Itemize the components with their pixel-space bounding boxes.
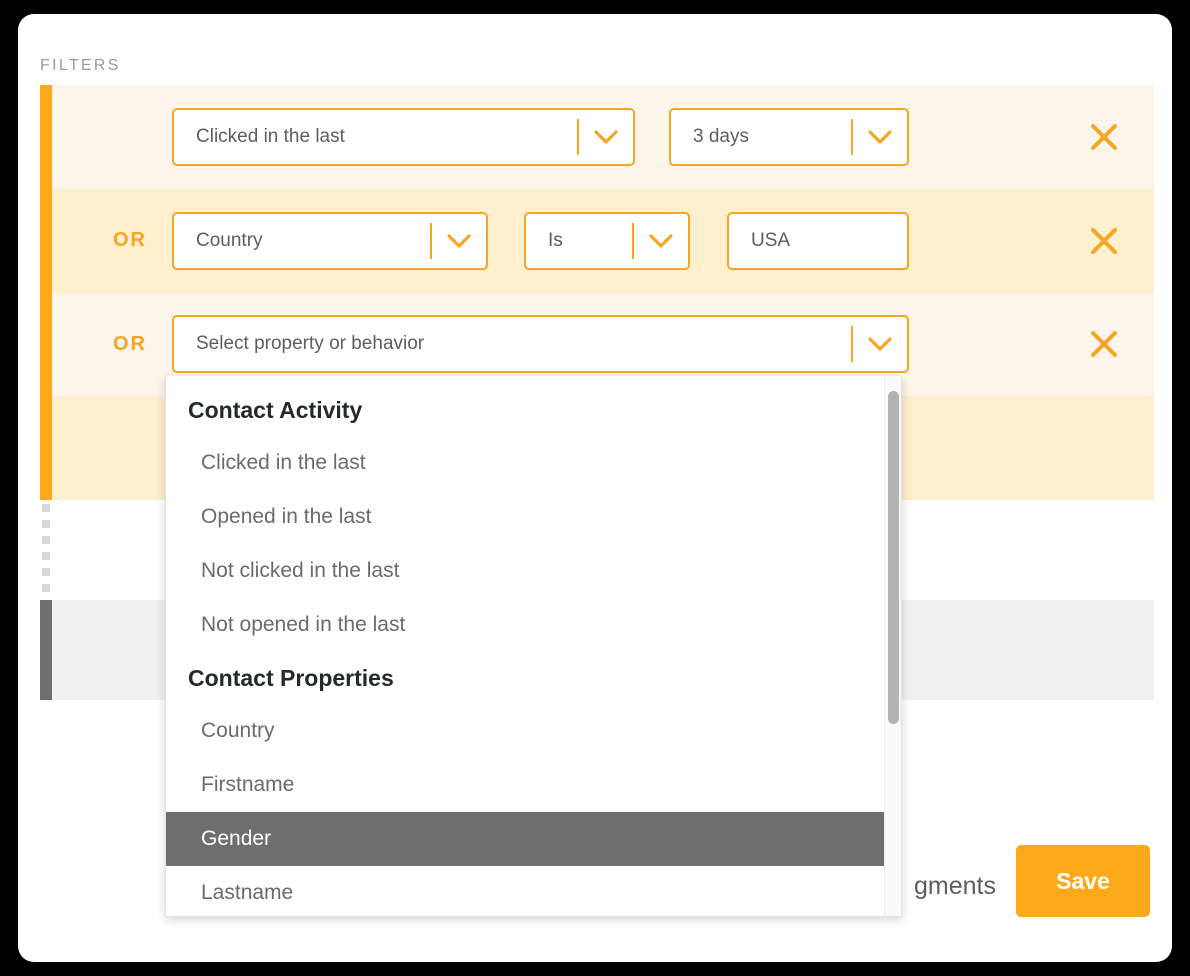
chevron-down-icon[interactable] xyxy=(853,129,907,145)
remove-filter-row-3-button[interactable] xyxy=(1084,324,1124,364)
chevron-down-icon[interactable] xyxy=(634,233,688,249)
screen: FILTERS Clicked in the last 3 days OR Co… xyxy=(0,0,1190,976)
dropdown-item-firstname[interactable]: Firstname xyxy=(166,758,901,812)
page-title: FILTERS xyxy=(40,57,121,74)
operator-select-row-2[interactable]: Is xyxy=(524,211,690,270)
dropdown-item-not-clicked-in-the-last[interactable]: Not clicked in the last xyxy=(166,544,901,598)
dropdown-item-clicked-in-the-last[interactable]: Clicked in the last xyxy=(166,436,901,490)
dropdown-group-title-contact-activity: Contact Activity xyxy=(188,396,363,423)
dropdown-item-opened-in-the-last[interactable]: Opened in the last xyxy=(166,490,901,544)
dot xyxy=(42,568,50,576)
chevron-down-icon[interactable] xyxy=(853,336,907,352)
dropdown-scrollbar-track[interactable] xyxy=(884,376,901,916)
save-button[interactable]: Save xyxy=(1016,845,1150,917)
dropdown-item-lastname[interactable]: Lastname xyxy=(166,866,901,916)
property-select-row-3-value: Select property or behavior xyxy=(196,333,425,355)
value-input-row-2[interactable]: USA xyxy=(727,211,909,270)
table-row: Clicked in the last 3 days xyxy=(52,85,1154,189)
property-select-row-3[interactable]: Select property or behavior xyxy=(172,315,909,374)
property-dropdown-menu[interactable]: Contact Activity Clicked in the last Ope… xyxy=(165,376,902,917)
dot xyxy=(42,504,50,512)
group-secondary-accent-bar xyxy=(40,600,52,700)
group-connector-dots xyxy=(40,504,52,599)
operator-select-row-2-value: Is xyxy=(548,229,563,251)
connector-label-row-3: OR xyxy=(113,332,147,355)
dropdown-scrollbar-thumb[interactable] xyxy=(888,391,899,724)
dropdown-item-country[interactable]: Country xyxy=(166,704,901,758)
dot xyxy=(42,520,50,528)
dropdown-group-title-contact-properties: Contact Properties xyxy=(188,664,394,691)
property-select-row-2-value: Country xyxy=(196,229,263,251)
group-accent-bar xyxy=(40,85,52,500)
footer-occluded-text: gments xyxy=(914,872,996,900)
property-select-row-2[interactable]: Country xyxy=(172,211,488,270)
value-select-row-1[interactable]: 3 days xyxy=(669,107,909,166)
dot xyxy=(42,536,50,544)
dot xyxy=(42,584,50,592)
filters-card: FILTERS Clicked in the last 3 days OR Co… xyxy=(18,14,1172,962)
value-select-row-1-value: 3 days xyxy=(693,125,749,147)
dropdown-item-gender[interactable]: Gender xyxy=(166,812,901,866)
dropdown-list: Contact Activity Clicked in the last Ope… xyxy=(166,376,901,916)
property-select-row-1-value: Clicked in the last xyxy=(196,125,345,147)
chevron-down-icon[interactable] xyxy=(579,129,633,145)
connector-label-row-2: OR xyxy=(113,229,147,252)
value-input-row-2-value: USA xyxy=(751,229,791,251)
property-select-row-1[interactable]: Clicked in the last xyxy=(172,107,635,166)
dropdown-item-not-opened-in-the-last[interactable]: Not opened in the last xyxy=(166,598,901,652)
remove-filter-row-1-button[interactable] xyxy=(1084,117,1124,157)
chevron-down-icon[interactable] xyxy=(432,233,486,249)
remove-filter-row-2-button[interactable] xyxy=(1084,221,1124,261)
dot xyxy=(42,552,50,560)
table-row: OR Country Is USA xyxy=(52,188,1154,293)
